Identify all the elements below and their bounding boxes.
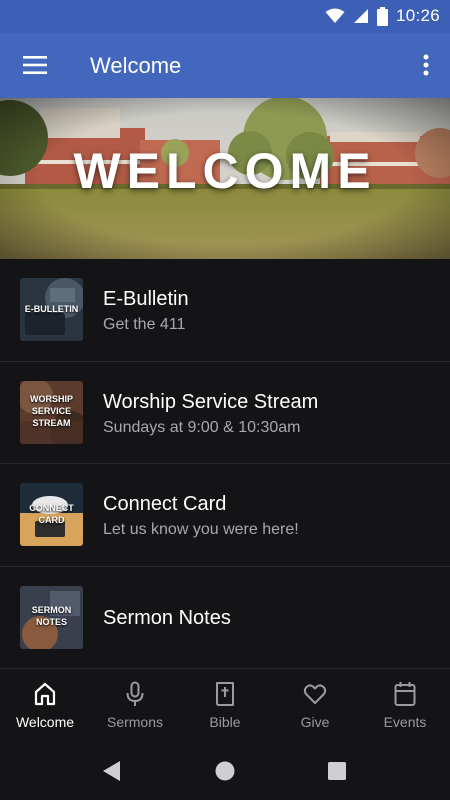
worship-stream-thumbnail: WORSHIP SERVICE STREAM bbox=[20, 380, 83, 444]
status-time: 10:26 bbox=[395, 6, 440, 25]
list-item-sermon-notes[interactable]: SERMON NOTES Sermon Notes bbox=[0, 567, 450, 669]
nav-item-events[interactable]: Events bbox=[360, 669, 450, 741]
more-vert-icon bbox=[423, 54, 429, 76]
hamburger-menu-icon bbox=[23, 56, 47, 74]
sermon-notes-thumbnail-text: SERMON NOTES bbox=[31, 605, 72, 627]
list-item-connect-card[interactable]: CONNECT CARD Connect Card Let us know yo… bbox=[0, 464, 450, 567]
battery-icon bbox=[376, 6, 388, 26]
bottom-navigation: Welcome Sermons Bible Give Events bbox=[0, 669, 450, 741]
status-icons: 10:26 bbox=[325, 5, 440, 27]
worship-stream-thumbnail-text: WORSHIP SERVICE STREAM bbox=[29, 394, 73, 428]
hero-title: WELCOME bbox=[73, 143, 377, 199]
signal-icon bbox=[353, 9, 368, 23]
list-item-worship-service-stream[interactable]: WORSHIP SERVICE STREAM Worship Service S… bbox=[0, 362, 450, 464]
list-item-title: E-Bulletin bbox=[103, 288, 189, 310]
hero-banner: WELCOME bbox=[0, 98, 450, 259]
nav-item-give[interactable]: Give bbox=[270, 669, 360, 741]
list-item-subtitle: Sundays at 9:00 & 10:30am bbox=[103, 418, 301, 436]
e-bulletin-thumbnail-text: E-BULLETIN bbox=[24, 303, 79, 314]
list-item-subtitle: Get the 411 bbox=[103, 316, 186, 333]
recents-icon[interactable] bbox=[324, 758, 350, 784]
nav-label-welcome: Welcome bbox=[15, 714, 75, 730]
app-bar: Welcome bbox=[0, 33, 450, 98]
list-item-title: Worship Service Stream bbox=[103, 390, 319, 413]
microphone-icon bbox=[126, 681, 144, 706]
nav-label-give: Give bbox=[300, 714, 330, 730]
list-item-title: Sermon Notes bbox=[103, 606, 231, 629]
menu-button[interactable] bbox=[15, 47, 55, 83]
connect-card-thumbnail: CONNECT CARD bbox=[20, 483, 83, 546]
more-options-button[interactable] bbox=[414, 47, 438, 83]
nav-label-bible: Bible bbox=[209, 714, 241, 730]
system-navigation-bar bbox=[0, 741, 450, 800]
back-icon[interactable] bbox=[99, 758, 125, 784]
nav-label-events: Events bbox=[383, 714, 427, 730]
list-item-subtitle: Let us know you were here! bbox=[103, 521, 299, 538]
home-circle-icon[interactable] bbox=[212, 758, 238, 784]
content-list: E-BULLETIN E-Bulletin Get the 411 WORSHI… bbox=[0, 259, 450, 669]
nav-item-welcome[interactable]: Welcome bbox=[0, 669, 90, 741]
calendar-icon bbox=[394, 682, 416, 706]
home-icon bbox=[34, 682, 56, 706]
nav-label-sermons: Sermons bbox=[106, 714, 164, 730]
heart-icon bbox=[303, 684, 327, 704]
nav-item-sermons[interactable]: Sermons bbox=[90, 669, 180, 741]
bible-icon bbox=[216, 682, 234, 706]
app-title: Welcome bbox=[90, 53, 182, 78]
list-item-e-bulletin[interactable]: E-BULLETIN E-Bulletin Get the 411 bbox=[0, 259, 450, 362]
status-bar: 10:26 bbox=[0, 0, 450, 33]
sermon-notes-thumbnail: SERMON NOTES bbox=[20, 585, 83, 649]
connect-card-thumbnail-text: CONNECT CARD bbox=[29, 502, 74, 525]
e-bulletin-thumbnail: E-BULLETIN bbox=[20, 278, 83, 341]
nav-item-bible[interactable]: Bible bbox=[180, 669, 270, 741]
wifi-icon bbox=[325, 8, 345, 23]
list-item-title: Connect Card bbox=[103, 493, 227, 515]
